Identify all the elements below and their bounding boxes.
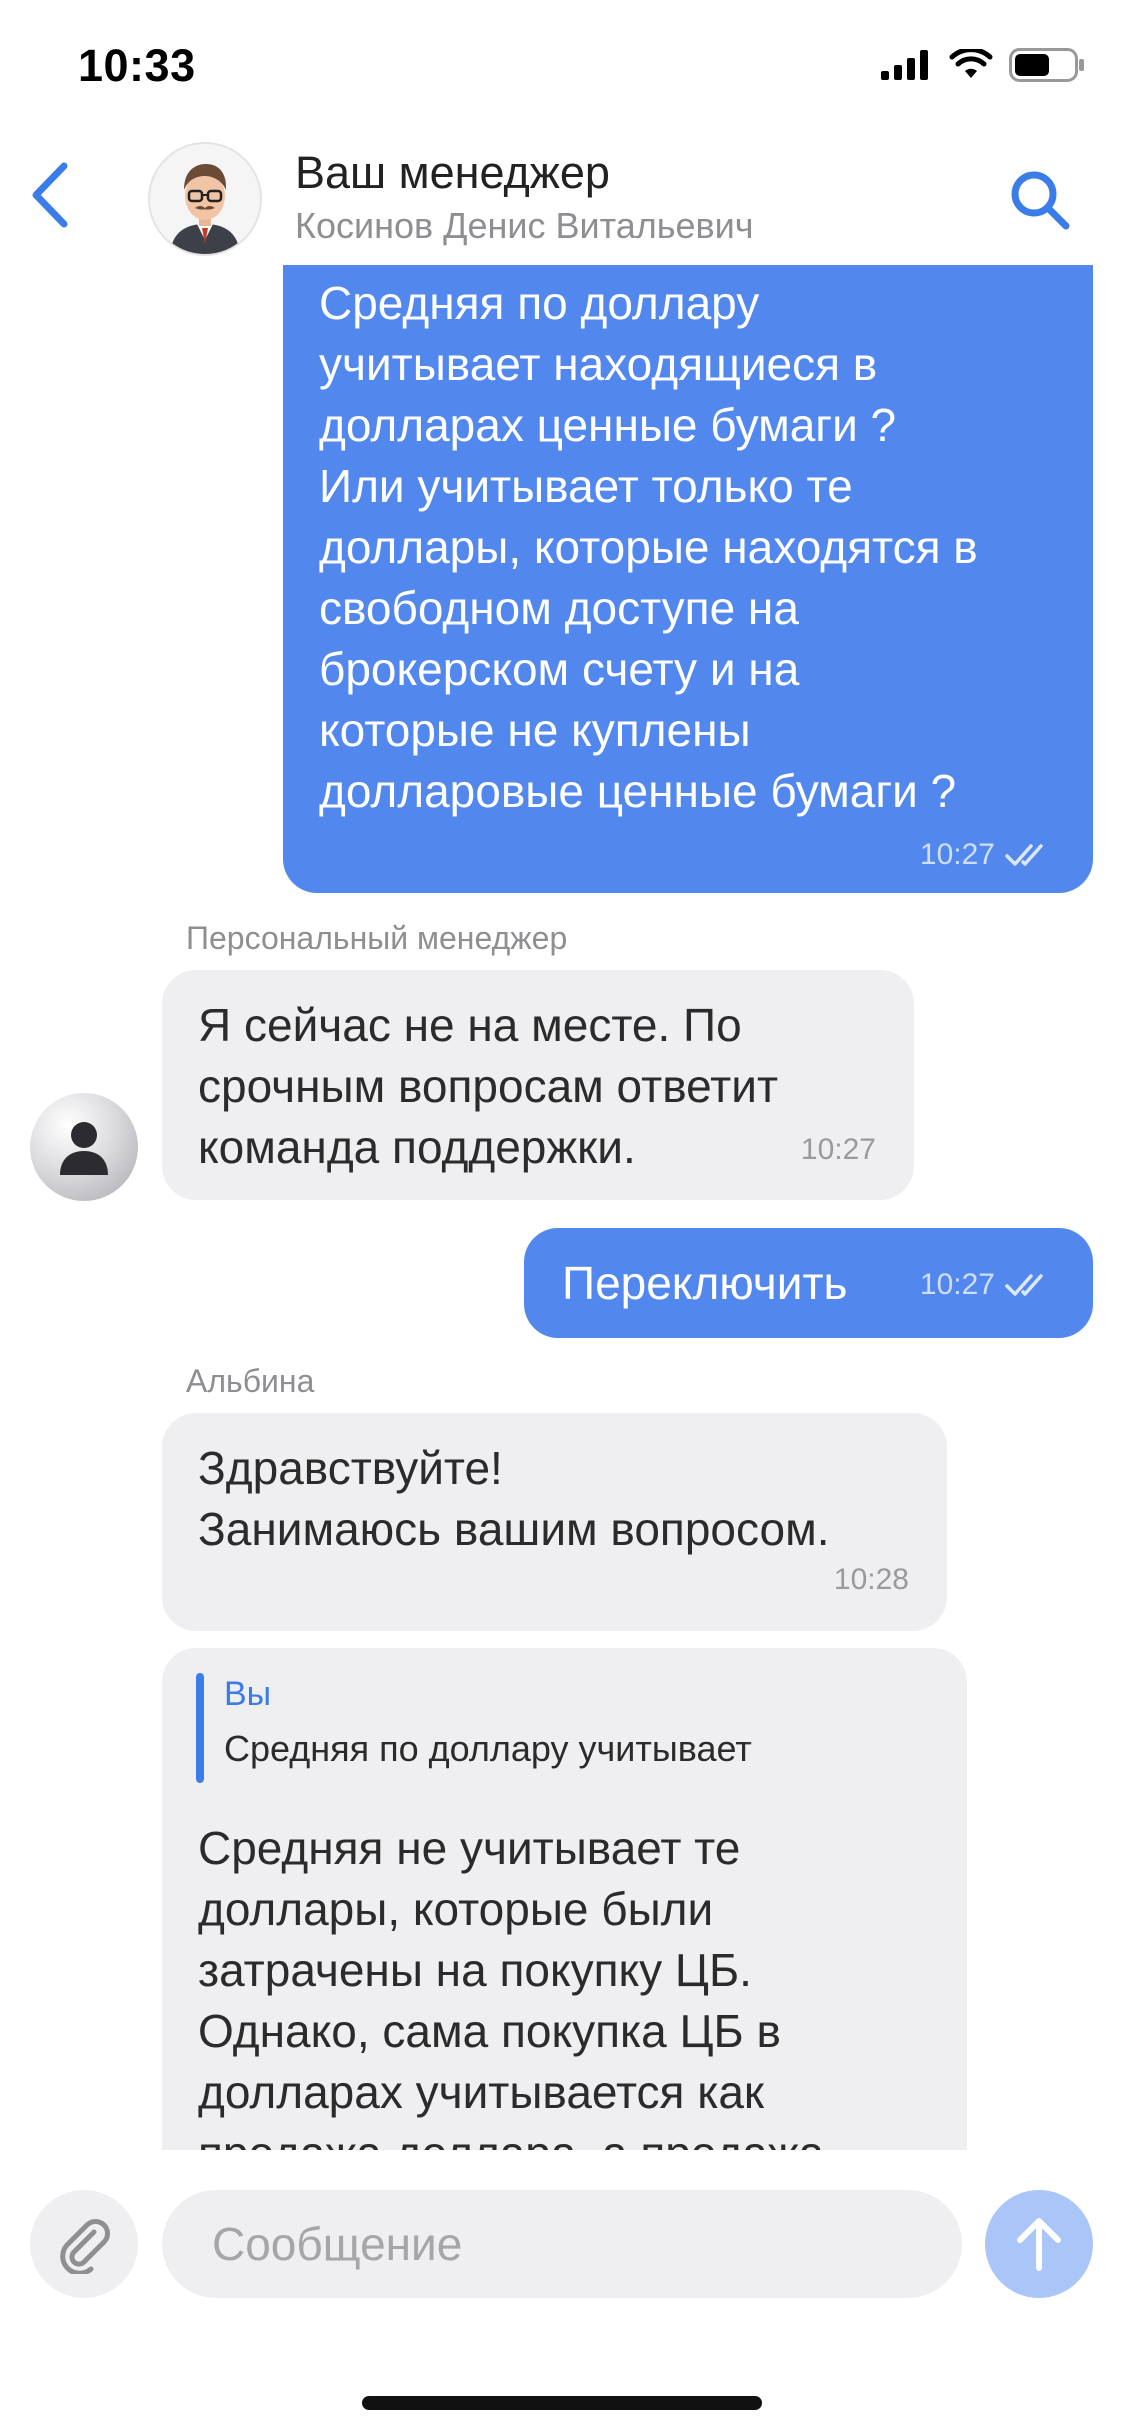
manager-portrait-icon bbox=[150, 144, 260, 254]
message-input[interactable]: Сообщение bbox=[162, 2190, 962, 2298]
back-button[interactable] bbox=[20, 150, 80, 240]
cellular-signal-icon bbox=[881, 50, 928, 80]
manager-avatar[interactable] bbox=[148, 142, 262, 256]
reply-preview: Средняя по доллару учитывает bbox=[224, 1728, 752, 1769]
double-check-icon bbox=[1005, 1274, 1043, 1296]
reply-quote-bar bbox=[196, 1673, 204, 1783]
outgoing-message[interactable]: Переключить 10:27 bbox=[524, 1228, 1093, 1338]
paperclip-icon bbox=[60, 2219, 110, 2274]
send-button[interactable] bbox=[985, 2190, 1093, 2298]
status-time: 10:33 bbox=[78, 40, 196, 91]
wifi-icon bbox=[949, 49, 993, 78]
sender-avatar[interactable] bbox=[30, 1093, 138, 1201]
arrow-up-icon bbox=[1017, 2218, 1061, 2271]
chevron-left-icon bbox=[32, 162, 68, 228]
message-time: 10:27 bbox=[800, 1133, 876, 1166]
message-list[interactable]: Средняя по доллару учитывает находящиеся… bbox=[0, 265, 1125, 2150]
outgoing-message[interactable]: Средняя по доллару учитывает находящиеся… bbox=[283, 265, 1093, 893]
reply-quote[interactable]: Вы Средняя по доллару учитывает bbox=[196, 1673, 916, 1783]
reply-author: Вы bbox=[224, 1675, 272, 1713]
incoming-message[interactable]: Здравствуйте! Занимаюсь вашим вопросом. … bbox=[162, 1413, 947, 1631]
message-time: 10:28 bbox=[833, 1563, 909, 1596]
chat-title: Ваш менеджер bbox=[295, 147, 610, 198]
search-button[interactable] bbox=[1000, 160, 1080, 240]
message-meta: 10:27 bbox=[920, 1268, 1055, 1302]
message-time: 10:27 bbox=[919, 838, 995, 871]
chat-subtitle: Косинов Денис Витальевич bbox=[295, 205, 754, 246]
search-icon bbox=[1011, 171, 1070, 230]
sender-name: Персональный менеджер bbox=[186, 920, 568, 956]
battery-icon bbox=[1009, 48, 1084, 82]
status-icons bbox=[881, 48, 1085, 82]
home-indicator[interactable] bbox=[362, 2396, 762, 2410]
message-text: Я сейчас не на месте. По срочным вопроса… bbox=[198, 999, 779, 1173]
incoming-reply-message[interactable]: Вы Средняя по доллару учитывает Средняя … bbox=[162, 1648, 967, 2150]
attach-button[interactable] bbox=[30, 2190, 138, 2298]
person-icon bbox=[60, 1122, 108, 1175]
double-check-icon bbox=[1005, 844, 1043, 866]
message-text: Переключить bbox=[562, 1257, 848, 1309]
message-text: Средняя по доллару учитывает находящиеся… bbox=[319, 277, 978, 817]
incoming-message[interactable]: Я сейчас не на месте. По срочным вопроса… bbox=[162, 970, 914, 1200]
message-text: Средняя не учитывает те доллары, которые… bbox=[198, 1822, 824, 2150]
message-time: 10:27 bbox=[919, 1268, 995, 1301]
message-meta: 10:27 bbox=[920, 838, 1055, 872]
sender-name: Альбина bbox=[186, 1363, 315, 1399]
message-text: Здравствуйте! Занимаюсь вашим вопросом. bbox=[198, 1442, 830, 1555]
